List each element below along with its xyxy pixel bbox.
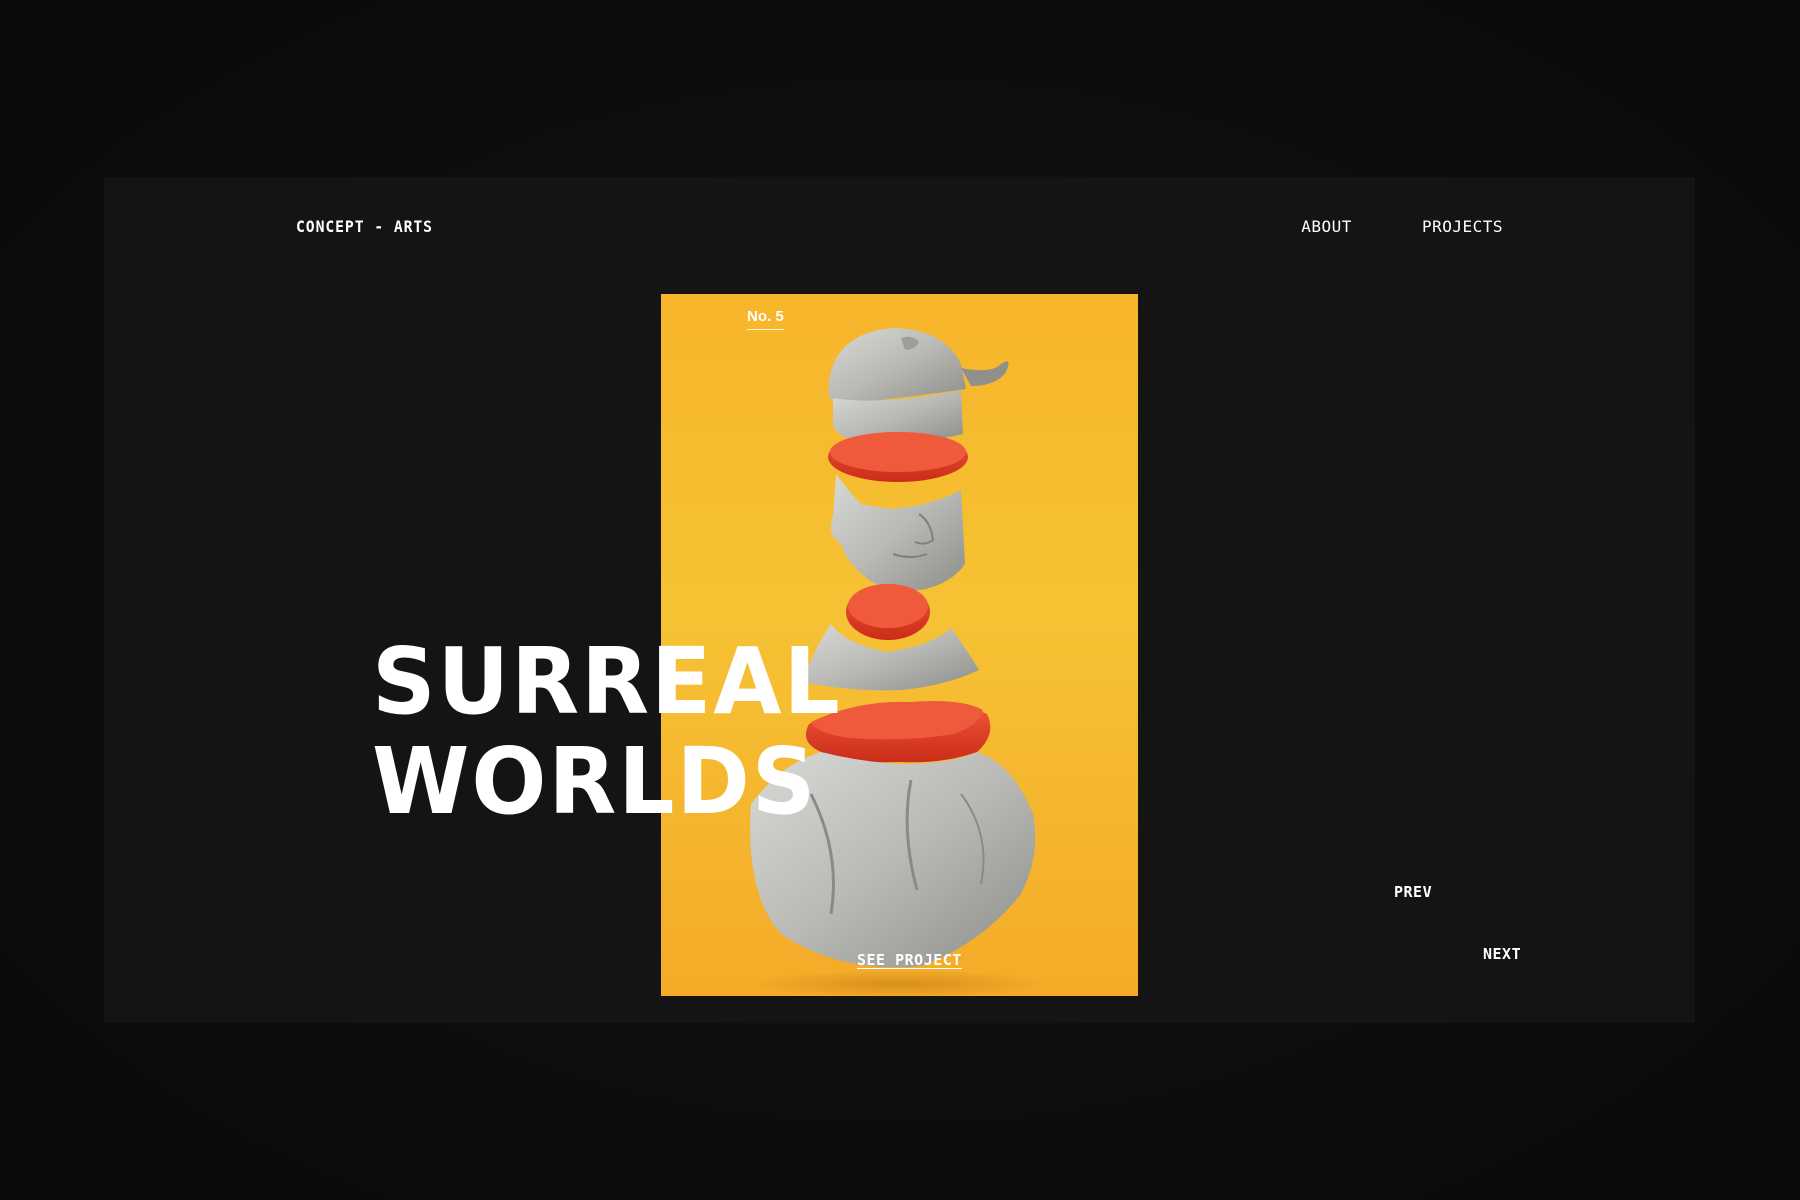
see-project-link[interactable]: SEE PROJECT bbox=[857, 951, 962, 969]
poster-number-label: No. 5 bbox=[747, 308, 784, 330]
page-frame: CONCEPT - ARTS ABOUT PROJECTS No. 5 SEE … bbox=[104, 177, 1695, 1023]
prev-button[interactable]: PREV bbox=[1394, 883, 1432, 901]
brand-logo[interactable]: CONCEPT - ARTS bbox=[296, 217, 433, 236]
hero-title-line-2: WORLDS bbox=[372, 727, 818, 835]
hero-title: SURREAL WORLDS bbox=[372, 627, 842, 835]
nav-about-link[interactable]: ABOUT bbox=[1301, 217, 1352, 236]
next-button[interactable]: NEXT bbox=[1483, 945, 1521, 963]
nav-projects-link[interactable]: PROJECTS bbox=[1422, 217, 1503, 236]
hero-title-line-1: SURREAL bbox=[372, 627, 842, 735]
top-nav: ABOUT PROJECTS bbox=[1301, 217, 1503, 236]
